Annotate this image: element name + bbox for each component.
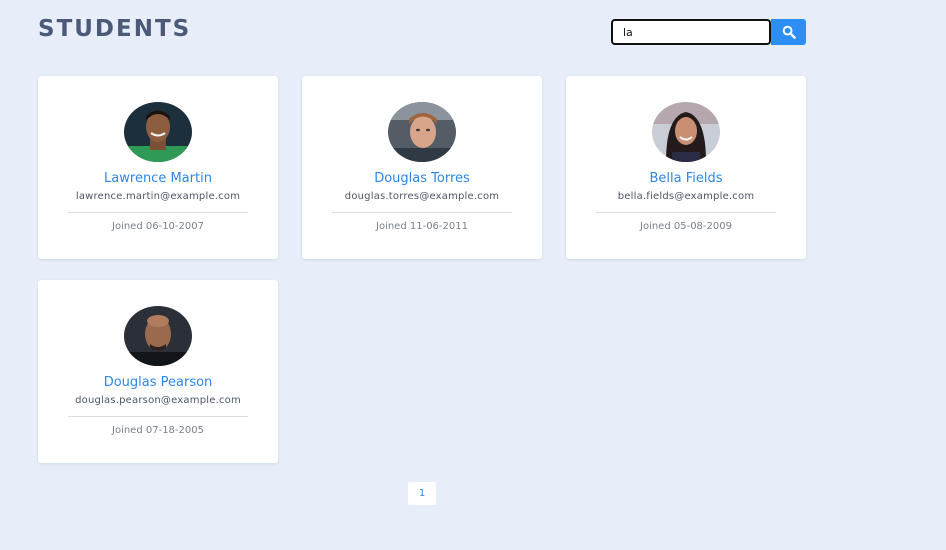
divider xyxy=(596,212,776,213)
divider xyxy=(68,416,248,417)
joined-date: Joined 05-08-2009 xyxy=(640,221,732,232)
search-icon xyxy=(782,25,796,39)
student-card[interactable]: Douglas Torres douglas.torres@example.co… xyxy=(302,76,542,259)
student-card[interactable]: Bella Fields bella.fields@example.com Jo… xyxy=(566,76,806,259)
avatar xyxy=(652,102,720,162)
search-bar xyxy=(611,19,806,45)
student-card[interactable]: Lawrence Martin lawrence.martin@example.… xyxy=(38,76,278,259)
avatar xyxy=(388,102,456,162)
student-name[interactable]: Lawrence Martin xyxy=(38,171,278,186)
divider xyxy=(332,212,512,213)
search-button[interactable] xyxy=(771,19,806,45)
page-title: STUDENTS xyxy=(38,16,192,42)
joined-date: Joined 06-10-2007 xyxy=(112,221,204,232)
student-name[interactable]: Douglas Pearson xyxy=(38,375,278,390)
student-name[interactable]: Douglas Torres xyxy=(302,171,542,186)
joined-date: Joined 07-18-2005 xyxy=(112,425,204,436)
student-email: douglas.pearson@example.com xyxy=(75,395,241,406)
student-card[interactable]: Douglas Pearson douglas.pearson@example.… xyxy=(38,280,278,463)
avatar xyxy=(124,102,192,162)
student-email: lawrence.martin@example.com xyxy=(75,191,241,202)
student-email: douglas.torres@example.com xyxy=(344,191,500,202)
student-email: bella.fields@example.com xyxy=(617,191,755,202)
joined-date: Joined 11-06-2011 xyxy=(376,221,468,232)
student-name[interactable]: Bella Fields xyxy=(566,171,806,186)
search-input[interactable] xyxy=(611,19,771,45)
pagination-page[interactable]: 1 xyxy=(408,482,436,505)
avatar xyxy=(124,306,192,366)
divider xyxy=(68,212,248,213)
